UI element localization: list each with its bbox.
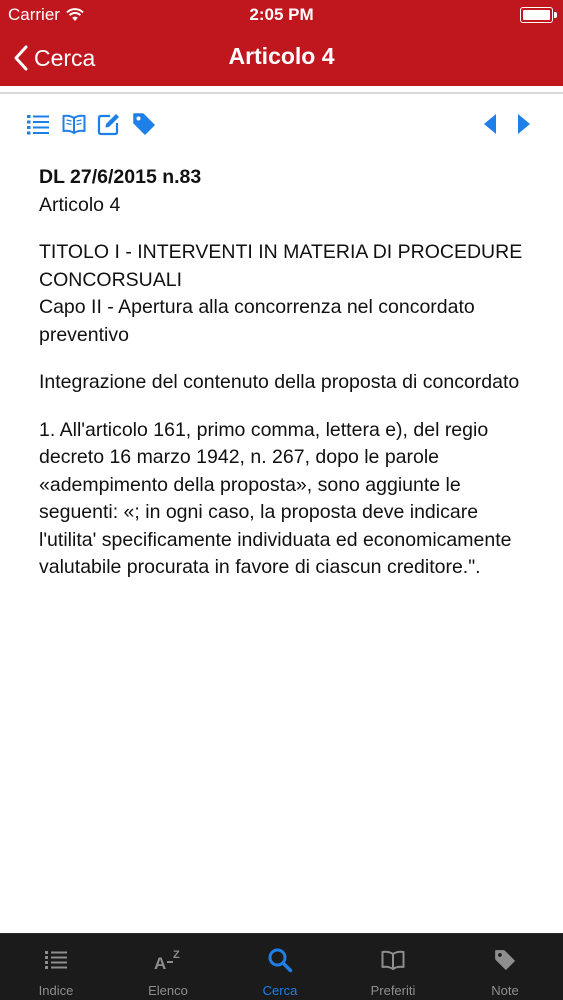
svg-text:A: A: [154, 954, 166, 972]
next-article-button[interactable]: [510, 110, 538, 138]
article-toolbar: [0, 106, 563, 142]
chevron-left-icon: [14, 45, 28, 71]
status-bar: Carrier 2:05 PM: [0, 0, 563, 30]
note-edit-button[interactable]: [95, 110, 123, 138]
book-icon: [381, 950, 405, 970]
tag-icon: [495, 950, 515, 970]
previous-arrow-icon: [484, 114, 496, 134]
chapter-heading: Capo II - Apertura alla concorrenza nel …: [39, 296, 475, 346]
tab-elenco-label: Elenco: [148, 983, 188, 998]
header-divider: [0, 92, 563, 94]
list-icon: [45, 951, 67, 969]
next-arrow-icon: [518, 114, 530, 134]
article-body: 1. All'articolo 161, primo comma, letter…: [39, 418, 512, 579]
article-number: Articolo 4: [39, 193, 121, 216]
battery-icon: [520, 7, 557, 23]
title-heading: TITOLO I - INTERVENTI IN MATERIA DI PROC…: [39, 241, 523, 291]
decree-reference: DL 27/6/2015 n.83: [39, 166, 202, 188]
a-z-icon: A Z: [154, 949, 180, 972]
tab-elenco[interactable]: A Z Elenco: [112, 934, 224, 1000]
article-content: DL 27/6/2015 n.83 Articolo 4 TITOLO I - …: [39, 164, 539, 582]
bookmark-button[interactable]: [60, 110, 88, 138]
article-subject: Integrazione del contenuto della propost…: [39, 371, 520, 393]
tab-indice-label: Indice: [38, 983, 74, 998]
previous-article-button[interactable]: [476, 110, 504, 138]
navigation-bar: Cerca Articolo 4: [0, 30, 563, 86]
tab-preferiti[interactable]: Preferiti: [337, 934, 449, 1000]
index-list-button[interactable]: [24, 110, 52, 138]
tag-icon: [133, 113, 155, 135]
tab-indice[interactable]: Indice: [0, 934, 112, 1000]
tab-note-label: Note: [491, 983, 519, 998]
tab-note[interactable]: Note: [449, 934, 561, 1000]
edit-icon: [97, 114, 119, 136]
tab-cerca[interactable]: Cerca: [224, 934, 336, 1000]
back-button[interactable]: Cerca: [14, 40, 95, 76]
svg-text:Z: Z: [173, 949, 180, 961]
clock: 2:05 PM: [249, 5, 314, 24]
search-icon: [268, 948, 293, 973]
back-label: Cerca: [34, 44, 96, 71]
tab-cerca-label: Cerca: [262, 983, 298, 998]
tab-bar: Indice A Z Elenco Cerca Preferiti Note: [0, 933, 563, 1000]
book-icon: [62, 114, 86, 134]
list-icon: [27, 115, 49, 135]
tab-preferiti-label: Preferiti: [370, 983, 416, 998]
tag-button[interactable]: [130, 110, 158, 138]
